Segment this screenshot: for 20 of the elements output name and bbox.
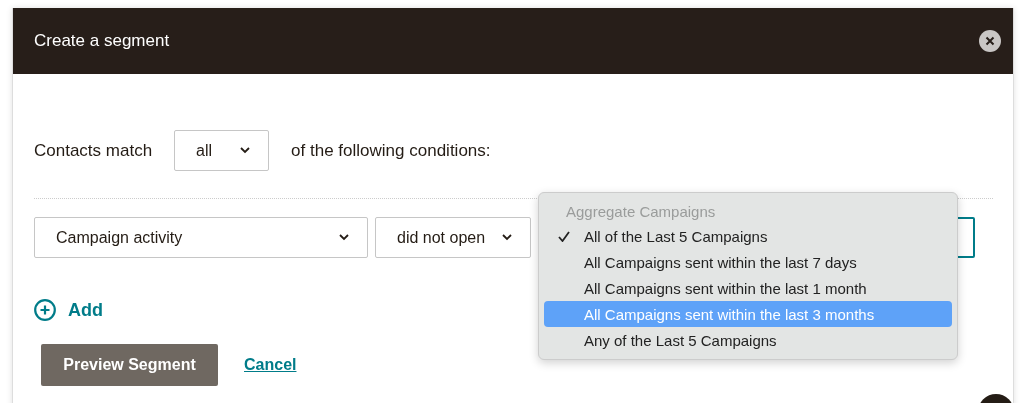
- field-select[interactable]: Campaign activity: [34, 217, 368, 258]
- match-label: Contacts match: [34, 140, 153, 161]
- chevron-icon: [339, 234, 349, 241]
- chevron-icon: [502, 234, 512, 241]
- match-select[interactable]: all: [174, 130, 270, 171]
- add-link[interactable]: Add: [34, 299, 103, 321]
- dialog-title: Create a segment: [34, 31, 170, 51]
- menu-item[interactable]: All Campaigns sent within the last 1 month: [544, 275, 952, 301]
- menu-group-label: Aggregate Campaigns: [565, 202, 717, 222]
- close-button[interactable]: [979, 30, 1001, 52]
- chevron-icon: [240, 147, 251, 154]
- menu-item[interactable]: All Campaigns sent within the last 7 days: [544, 249, 952, 275]
- cancel-link[interactable]: Cancel: [244, 356, 297, 374]
- operator-select[interactable]: did not open: [375, 217, 531, 258]
- close-icon: [985, 36, 995, 46]
- preview-segment-button[interactable]: Preview Segment: [41, 344, 218, 386]
- plus-circle-icon: [34, 299, 56, 321]
- menu-item[interactable]: All of the Last 5 Campaigns: [544, 223, 952, 249]
- conditions-label: of the following conditions:: [291, 140, 491, 161]
- menu-item[interactable]: Any of the Last 5 Campaigns: [544, 327, 952, 353]
